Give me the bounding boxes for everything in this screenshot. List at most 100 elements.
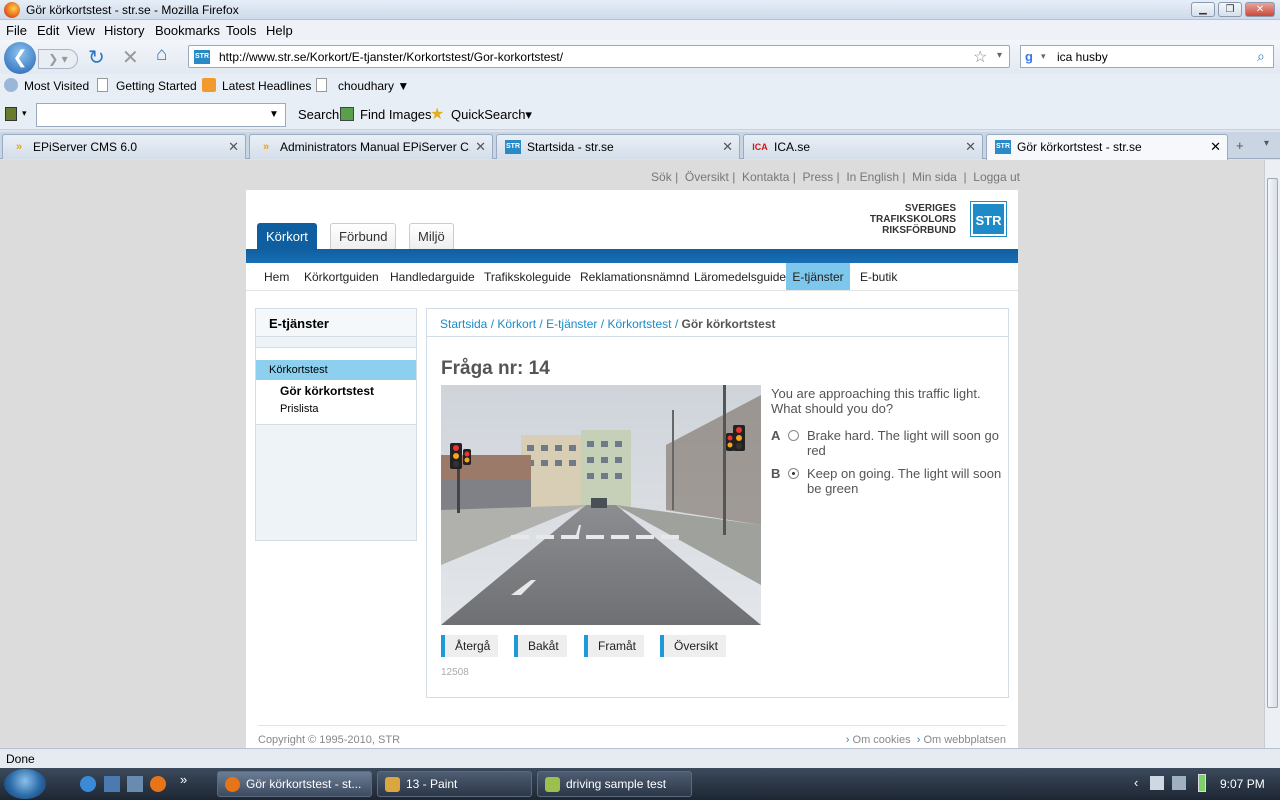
task-firefox[interactable]: Gör körkortstest - st... bbox=[217, 771, 372, 797]
ie-icon[interactable] bbox=[80, 776, 96, 792]
subnav-e-butik[interactable]: E-butik bbox=[860, 270, 897, 284]
atergå-button[interactable]: Återgå bbox=[441, 635, 499, 657]
tab-ica[interactable]: ICA ICA.se ✕ bbox=[743, 134, 983, 159]
answer-radio-a[interactable] bbox=[788, 430, 799, 441]
back-button[interactable]: ❮ bbox=[4, 42, 36, 74]
quicksearch-button[interactable]: QuickSearch▾ bbox=[451, 107, 532, 123]
main-tab-korkort[interactable]: Körkort bbox=[257, 223, 317, 249]
tab-admin-manual[interactable]: » Administrators Manual EPiServer C... ✕ bbox=[249, 134, 493, 159]
bookmark-getting-started[interactable]: Getting Started bbox=[116, 79, 197, 93]
menu-file[interactable]: File bbox=[6, 23, 27, 38]
stop-icon[interactable]: ✕ bbox=[122, 45, 139, 70]
subnav-e-tjanster[interactable]: E-tjänster bbox=[786, 263, 850, 290]
tab-list-icon[interactable]: ▾ bbox=[1264, 138, 1269, 149]
google-icon[interactable]: g bbox=[1025, 49, 1033, 64]
answer-option-a[interactable]: A Brake hard. The light will soon go red bbox=[771, 428, 1006, 460]
network-icon[interactable] bbox=[1150, 776, 1164, 790]
start-button[interactable] bbox=[4, 769, 46, 799]
taskbar-clock[interactable]: 9:07 PM bbox=[1220, 777, 1265, 791]
top-link-english[interactable]: In English bbox=[846, 170, 899, 184]
top-link-min-sida[interactable]: Min sida bbox=[912, 170, 957, 184]
minimize-button[interactable]: ▁ bbox=[1191, 2, 1215, 17]
home-icon[interactable]: ⌂ bbox=[156, 44, 167, 66]
tab-episerver[interactable]: » EPiServer CMS 6.0 ✕ bbox=[2, 134, 246, 159]
bookmark-most-visited[interactable]: Most Visited bbox=[24, 79, 89, 93]
menu-tools[interactable]: Tools bbox=[226, 23, 256, 38]
answer-radio-b[interactable] bbox=[788, 468, 799, 479]
menu-bookmarks[interactable]: Bookmarks bbox=[155, 23, 220, 38]
bookmark-choudhary[interactable]: choudhary ▼ bbox=[338, 79, 409, 93]
menu-edit[interactable]: Edit bbox=[37, 23, 59, 38]
breadcrumb-korkort[interactable]: Körkort bbox=[497, 317, 536, 331]
close-window-button[interactable]: ✕ bbox=[1245, 2, 1275, 17]
toolbar-dropdown-icon[interactable]: ▾ bbox=[22, 108, 27, 119]
top-link-press[interactable]: Press bbox=[803, 170, 834, 184]
menu-view[interactable]: View bbox=[67, 23, 95, 38]
top-link-sok[interactable]: Sök bbox=[651, 170, 672, 184]
vertical-scrollbar[interactable] bbox=[1264, 160, 1280, 748]
menu-help[interactable]: Help bbox=[266, 23, 293, 38]
task-driving-sample-test[interactable]: driving sample test bbox=[537, 771, 692, 797]
bakat-button[interactable]: Bakåt bbox=[514, 635, 567, 657]
forward-button[interactable]: ❯ ▾ bbox=[38, 49, 78, 69]
firefox-taskbar-icon[interactable] bbox=[150, 776, 166, 792]
chevron-down-icon[interactable]: ▼ bbox=[269, 109, 279, 120]
url-dropdown-icon[interactable]: ▾ bbox=[997, 50, 1002, 61]
close-tab-icon[interactable]: ✕ bbox=[722, 139, 733, 155]
close-tab-icon[interactable]: ✕ bbox=[1210, 139, 1221, 155]
logo-line: SVERIGES bbox=[904, 203, 956, 214]
str-favicon-icon: STR bbox=[995, 140, 1011, 154]
top-link-oversikt[interactable]: Översikt bbox=[685, 170, 729, 184]
subnav-korkortguiden[interactable]: Körkortguiden bbox=[304, 270, 379, 284]
subnav-laromedelsguide[interactable]: Läromedelsguide bbox=[694, 270, 786, 284]
maximize-button[interactable]: ❐ bbox=[1218, 2, 1242, 17]
reload-icon[interactable]: ↻ bbox=[88, 45, 105, 70]
subnav-hem[interactable]: Hem bbox=[264, 270, 289, 284]
close-tab-icon[interactable]: ✕ bbox=[228, 139, 239, 155]
tray-expand-icon[interactable]: ‹ bbox=[1134, 775, 1138, 790]
answer-option-b[interactable]: B Keep on going. The light will soon be … bbox=[771, 466, 1006, 498]
task-paint[interactable]: 13 - Paint bbox=[377, 771, 532, 797]
subnav-handledarguide[interactable]: Handledarguide bbox=[390, 270, 475, 284]
new-tab-icon[interactable]: + bbox=[1236, 138, 1244, 153]
main-tab-forbund[interactable]: Förbund bbox=[330, 223, 397, 249]
sidebar-item-gor-korkortstest[interactable]: Gör körkortstest bbox=[280, 384, 374, 398]
tab-gor-korkortstest[interactable]: STR Gör körkortstest - str.se ✕ bbox=[986, 134, 1228, 160]
sidebar-item-korkortstest[interactable]: Körkortstest bbox=[256, 360, 416, 380]
oversikt-button[interactable]: Översikt bbox=[660, 635, 727, 657]
more-icon[interactable]: » bbox=[180, 772, 187, 787]
close-tab-icon[interactable]: ✕ bbox=[475, 139, 486, 155]
scrollbar-thumb[interactable] bbox=[1267, 178, 1278, 708]
search-icon[interactable]: ⌕ bbox=[1257, 48, 1265, 65]
bookmark-latest-headlines[interactable]: Latest Headlines bbox=[222, 79, 311, 93]
toolbar-search-input[interactable]: ▼ bbox=[36, 103, 286, 127]
main-tab-miljo[interactable]: Miljö bbox=[409, 223, 454, 249]
web-search-box[interactable]: g ▾ ica husby ⌕ bbox=[1020, 45, 1274, 68]
find-images-button[interactable]: Find Images bbox=[360, 107, 432, 122]
breadcrumb-e-tjanster[interactable]: E-tjänster bbox=[546, 317, 597, 331]
show-desktop-icon[interactable] bbox=[104, 776, 120, 792]
explorer-icon[interactable] bbox=[127, 776, 143, 792]
close-tab-icon[interactable]: ✕ bbox=[965, 139, 976, 155]
sidebar-title: E-tjänster bbox=[256, 309, 416, 337]
volume-icon[interactable] bbox=[1172, 776, 1186, 790]
url-bar[interactable]: STR http://www.str.se/Korkort/E-tjanster… bbox=[188, 45, 1010, 68]
bookmark-star-icon[interactable]: ☆ bbox=[973, 47, 987, 67]
film-icon[interactable] bbox=[5, 107, 17, 121]
battery-icon[interactable] bbox=[1198, 774, 1206, 792]
str-logo[interactable]: SVERIGES TRAFIKSKOLORS RIKSFÖRBUND STR bbox=[870, 201, 1007, 238]
top-link-logga-ut[interactable]: Logga ut bbox=[973, 170, 1020, 184]
tab-startsida[interactable]: STR Startsida - str.se ✕ bbox=[496, 134, 740, 159]
subnav-trafikskoleguide[interactable]: Trafikskoleguide bbox=[484, 270, 571, 284]
breadcrumb-korkortstest[interactable]: Körkortstest bbox=[607, 317, 671, 331]
search-engine-dropdown-icon[interactable]: ▾ bbox=[1041, 51, 1046, 62]
breadcrumb-startsida[interactable]: Startsida bbox=[440, 317, 487, 331]
footer-link-cookies[interactable]: Om cookies bbox=[853, 734, 911, 746]
subnav-reklamationsnamnd[interactable]: Reklamationsnämnd bbox=[580, 270, 689, 284]
toolbar-search-button[interactable]: Search bbox=[298, 107, 339, 122]
menu-history[interactable]: History bbox=[104, 23, 144, 38]
sidebar-item-prislista[interactable]: Prislista bbox=[280, 403, 319, 415]
top-link-kontakta[interactable]: Kontakta bbox=[742, 170, 789, 184]
footer-link-webbplatsen[interactable]: Om webbplatsen bbox=[923, 734, 1006, 746]
framat-button[interactable]: Framåt bbox=[584, 635, 645, 657]
